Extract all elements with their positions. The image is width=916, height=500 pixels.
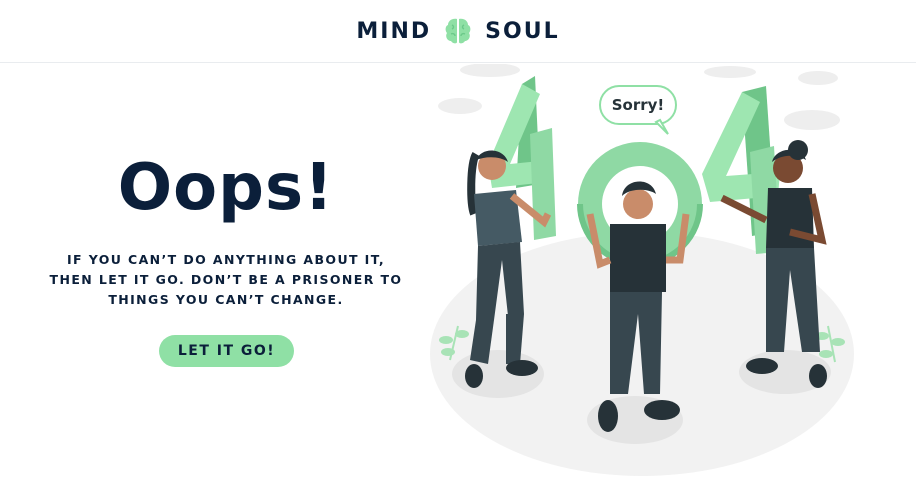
error-message: IF YOU CAN’T DO ANYTHING ABOUT IT, THEN … (36, 250, 416, 310)
error-content: Oops! IF YOU CAN’T DO ANYTHING ABOUT IT,… (0, 64, 452, 500)
site-header: MIND SOUL (0, 0, 916, 63)
let-it-go-button[interactable]: LET IT GO! (159, 335, 294, 367)
speech-bubble-text: Sorry! (612, 96, 665, 114)
message-line-1: IF YOU CAN’T DO ANYTHING ABOUT IT, (66, 252, 386, 267)
speech-bubble: Sorry! (599, 85, 677, 135)
brand-word-mind: MIND (356, 18, 432, 44)
brand-word-soul: SOUL (485, 18, 560, 44)
404-illustration: Sorry! (430, 64, 854, 476)
brand-logo[interactable]: MIND SOUL (356, 16, 559, 46)
page-title: Oops! (117, 151, 335, 225)
message-line-3: THINGS YOU CAN’T CHANGE. (108, 292, 344, 307)
brain-icon (445, 18, 471, 44)
message-line-2: THEN LET IT GO. DON’T BE A PRISONER TO (49, 272, 403, 287)
